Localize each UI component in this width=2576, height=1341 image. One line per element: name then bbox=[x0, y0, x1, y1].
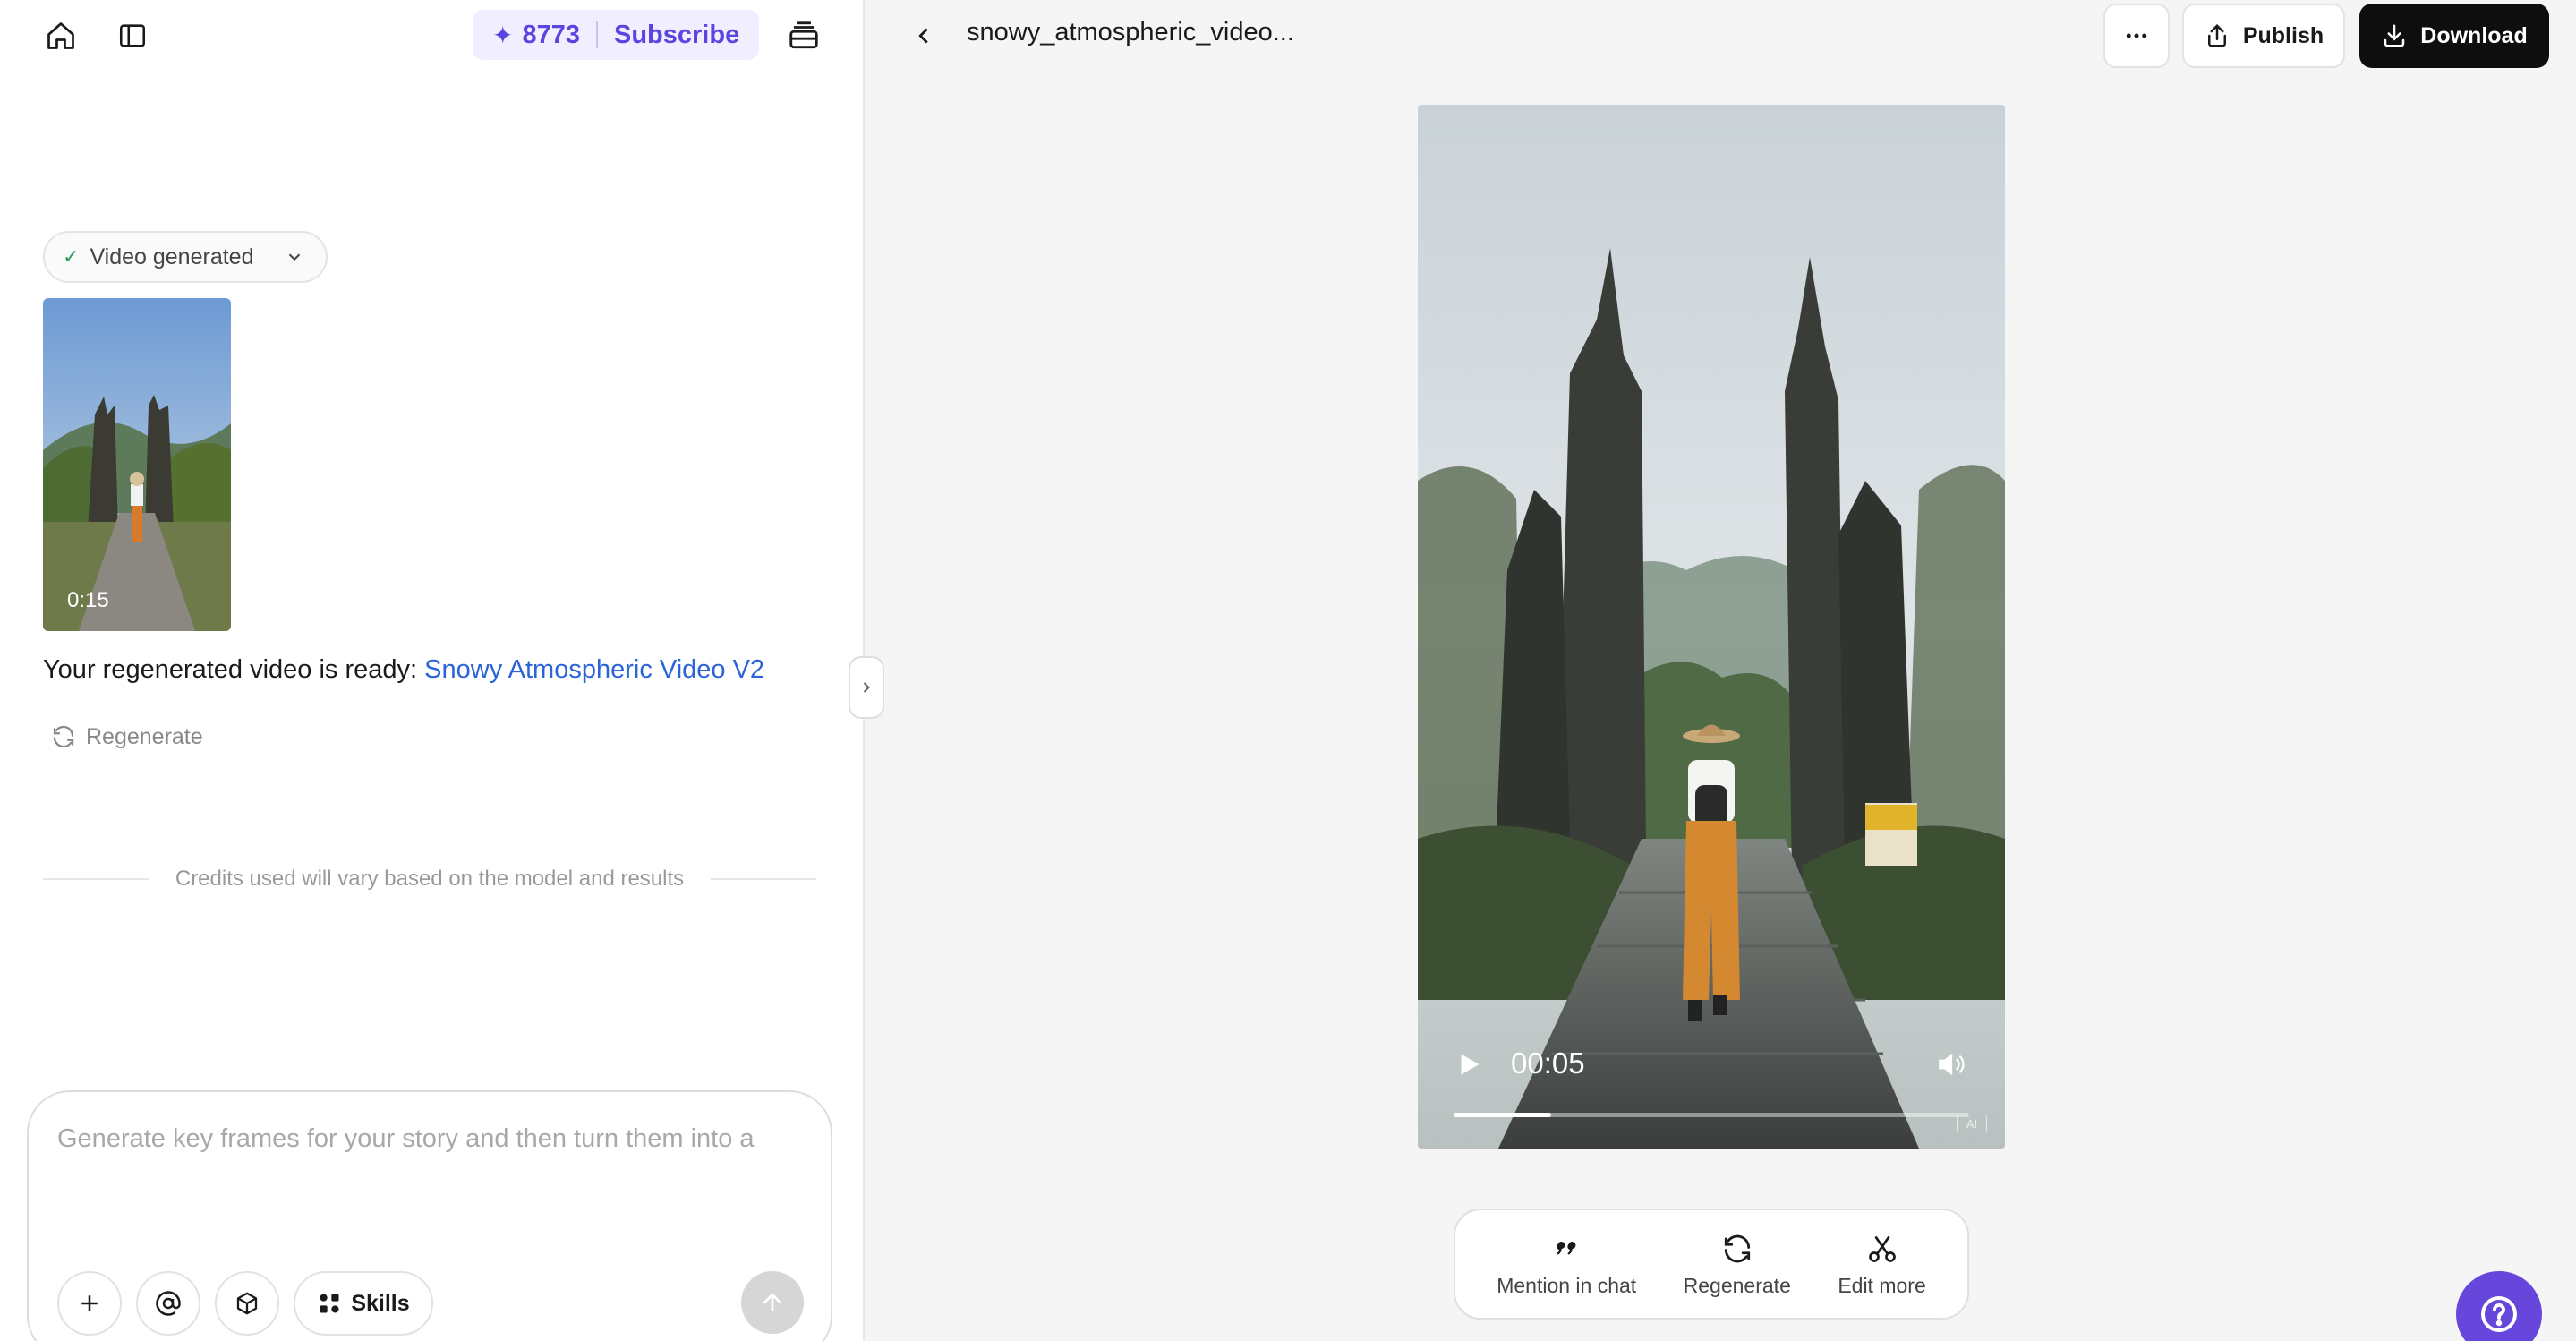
action-label: Mention in chat bbox=[1497, 1273, 1637, 1297]
mention-in-chat-button[interactable]: Mention in chat bbox=[1497, 1231, 1636, 1298]
seek-bar[interactable] bbox=[1454, 1113, 1969, 1117]
sidebar-toggle-icon[interactable] bbox=[113, 16, 152, 56]
ready-message: Your regenerated video is ready: Snowy A… bbox=[43, 655, 764, 685]
credits-note: Credits used will vary based on the mode… bbox=[43, 867, 817, 892]
video-title: snowy_atmospheric_video... bbox=[967, 18, 1294, 47]
help-button[interactable] bbox=[2456, 1271, 2542, 1341]
divider-line bbox=[43, 878, 149, 880]
current-time: 00:05 bbox=[1511, 1046, 1585, 1080]
action-label: Edit more bbox=[1838, 1273, 1926, 1297]
ai-badge: AI bbox=[1957, 1115, 1987, 1132]
plus-icon bbox=[81, 1295, 98, 1311]
scissors-icon bbox=[1866, 1231, 1898, 1267]
ready-text: Your regenerated video is ready: bbox=[43, 655, 425, 684]
subscribe-link[interactable]: Subscribe bbox=[614, 21, 739, 50]
divider bbox=[595, 21, 598, 48]
refresh-icon bbox=[1720, 1231, 1754, 1267]
video-thumbnail[interactable]: 0:15 bbox=[43, 298, 231, 631]
edit-more-button[interactable]: Edit more bbox=[1838, 1231, 1926, 1298]
publish-button[interactable]: Publish bbox=[2182, 4, 2345, 68]
download-label: Download bbox=[2420, 22, 2528, 48]
refresh-icon bbox=[53, 725, 74, 748]
skills-icon bbox=[320, 1294, 339, 1313]
arrow-up-icon bbox=[763, 1293, 782, 1312]
chevron-down-icon bbox=[285, 247, 304, 267]
video-link[interactable]: Snowy Atmospheric Video V2 bbox=[424, 655, 764, 684]
prompt-input[interactable] bbox=[57, 1124, 800, 1187]
send-button[interactable] bbox=[741, 1271, 804, 1334]
play-button[interactable] bbox=[1454, 1049, 1484, 1080]
action-label: Regenerate bbox=[1683, 1273, 1791, 1297]
check-icon: ✓ bbox=[63, 245, 80, 268]
share-icon bbox=[2207, 23, 2226, 47]
download-button[interactable]: Download bbox=[2359, 4, 2549, 68]
download-icon bbox=[2384, 24, 2405, 47]
credits-count: 8773 bbox=[522, 20, 580, 49]
seek-progress bbox=[1454, 1113, 1552, 1117]
quote-icon bbox=[1552, 1231, 1581, 1267]
sparkle-icon: ✦ bbox=[492, 21, 514, 49]
video-frame bbox=[1418, 105, 2005, 1149]
home-icon[interactable] bbox=[41, 16, 81, 56]
chat-panel: ✦ 8773 Subscribe ✓ Video generated 0:15 … bbox=[0, 0, 865, 1341]
publish-label: Publish bbox=[2242, 22, 2324, 48]
more-horizontal-icon bbox=[2126, 33, 2147, 38]
skills-button[interactable]: Skills bbox=[294, 1271, 433, 1336]
model-button[interactable] bbox=[215, 1271, 279, 1336]
add-button[interactable] bbox=[57, 1271, 122, 1336]
help-icon bbox=[2481, 1296, 2517, 1332]
back-button[interactable] bbox=[906, 18, 942, 54]
play-icon bbox=[1461, 1054, 1480, 1075]
chevron-right-icon bbox=[863, 682, 870, 693]
skills-label: Skills bbox=[351, 1290, 410, 1316]
regenerate-label: Regenerate bbox=[86, 723, 203, 749]
cube-icon bbox=[236, 1292, 258, 1315]
expand-panel-handle[interactable] bbox=[849, 656, 884, 719]
video-generated-status[interactable]: ✓ Video generated bbox=[43, 231, 328, 283]
thumbnail-duration: 0:15 bbox=[67, 588, 109, 612]
stack-icon[interactable] bbox=[784, 16, 823, 56]
regenerate-button[interactable]: Regenerate bbox=[50, 723, 203, 750]
chevron-left-icon bbox=[918, 28, 928, 44]
volume-icon bbox=[1939, 1053, 1965, 1076]
credits-subscribe[interactable]: ✦ 8773 Subscribe bbox=[473, 10, 759, 60]
volume-button[interactable] bbox=[1935, 1049, 1971, 1080]
video-player[interactable]: 00:05 AI bbox=[1418, 105, 2005, 1149]
video-action-bar: Mention in chat Regenerate Edit more bbox=[1454, 1209, 1969, 1320]
status-label: Video generated bbox=[90, 243, 254, 269]
mention-button[interactable] bbox=[136, 1271, 200, 1336]
more-options-button[interactable] bbox=[2103, 4, 2170, 68]
regenerate-action-button[interactable]: Regenerate bbox=[1684, 1231, 1791, 1298]
at-icon bbox=[156, 1291, 181, 1316]
credits-note-text: Credits used will vary based on the mode… bbox=[175, 867, 685, 891]
divider-line bbox=[711, 878, 817, 880]
